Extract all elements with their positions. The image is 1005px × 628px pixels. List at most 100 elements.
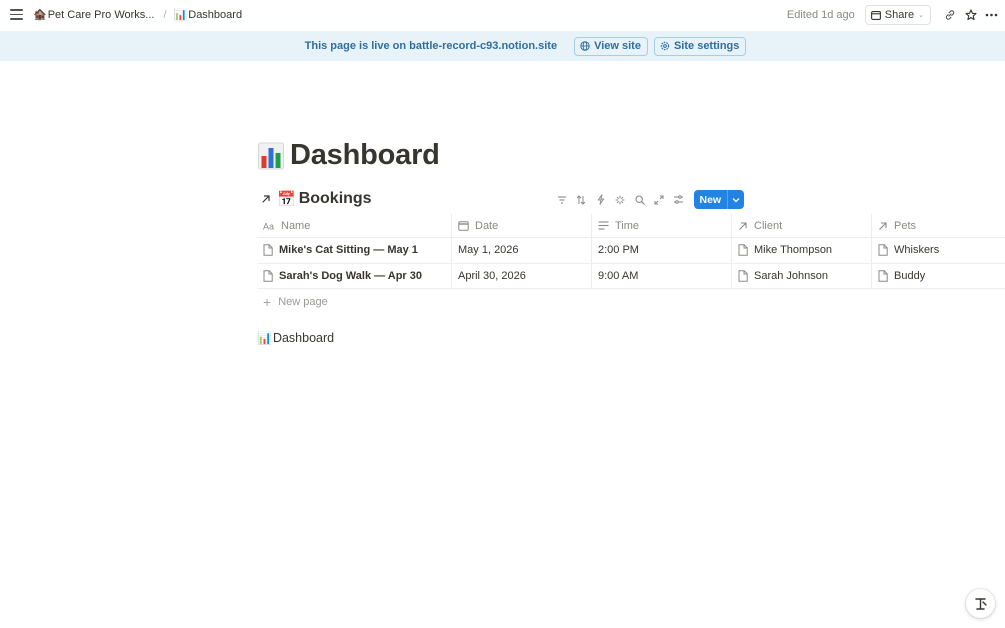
client-cell[interactable]: Mike Thompson — [732, 238, 872, 263]
star-icon — [964, 9, 977, 21]
date-cell[interactable]: April 30, 2026 — [452, 263, 592, 288]
more-options-button[interactable] — [981, 5, 1002, 25]
table-row[interactable]: Sarah's Dog Walk — Apr 30 April 30, 2026… — [257, 263, 1005, 289]
page-title[interactable]: Dashboard — [290, 139, 440, 172]
share-window-icon — [870, 10, 881, 20]
client-cell[interactable]: Sarah Johnson — [732, 263, 872, 288]
column-header-date[interactable]: Date — [452, 214, 592, 237]
notion-ai-pen-icon — [974, 597, 987, 610]
new-page-label: New page — [278, 296, 328, 308]
table-row[interactable]: Mike's Cat Sitting — May 1 May 1, 2026 2… — [257, 238, 1005, 264]
breadcrumb-workspace[interactable]: 🏚️ Pet Care Pro Works... — [33, 8, 154, 21]
column-header-label: Pets — [894, 219, 917, 232]
more-horizontal-icon — [985, 13, 998, 17]
expand-icon — [654, 195, 664, 204]
share-button[interactable]: Share ⌄ — [864, 5, 931, 25]
client-name[interactable]: Mike Thompson — [754, 244, 832, 256]
booking-time: 9:00 AM — [598, 269, 639, 282]
sliders-icon — [674, 195, 684, 204]
database-toolbar: New — [552, 190, 745, 209]
sort-button[interactable] — [572, 190, 592, 209]
open-as-page-arrow-icon[interactable] — [260, 193, 272, 205]
database-title-label: Bookings — [298, 190, 372, 207]
booking-date: May 1, 2026 — [458, 244, 519, 257]
new-page-button[interactable]: + New page — [263, 295, 328, 309]
banner-text: This page is live on battle-record-c93.n… — [304, 40, 558, 52]
top-bar: 🏚️ Pet Care Pro Works... / 📊 Dashboard E… — [0, 0, 1005, 31]
page-icon — [738, 270, 748, 282]
view-site-button[interactable]: View site — [574, 36, 648, 56]
pets-cell[interactable]: Whiskers — [872, 238, 1005, 263]
gear-icon — [660, 41, 670, 51]
menu-icon[interactable] — [10, 9, 23, 20]
globe-icon — [580, 41, 590, 51]
bar-chart-icon[interactable] — [258, 142, 284, 170]
filter-icon — [557, 195, 566, 204]
house-emoji-icon: 🏚️ — [33, 8, 47, 21]
favorite-button[interactable] — [960, 5, 981, 25]
column-header-name[interactable]: Aa Name — [257, 214, 452, 237]
relation-arrow-icon — [879, 221, 887, 230]
bookings-table: Aa Name Date Time Client Pets Mike's Cat… — [257, 214, 1005, 289]
new-record-button[interactable]: New — [693, 190, 745, 209]
column-header-label: Client — [754, 219, 783, 232]
page-icon — [263, 244, 273, 256]
filter-button[interactable] — [552, 190, 572, 209]
lightning-icon — [597, 194, 604, 205]
column-header-client[interactable]: Client — [732, 214, 872, 237]
booking-date: April 30, 2026 — [458, 269, 526, 282]
search-button[interactable] — [630, 190, 650, 209]
chevron-down-icon: ⌄ — [918, 12, 924, 19]
breadcrumb-workspace-label: Pet Care Pro Works... — [47, 8, 155, 21]
expand-button[interactable] — [650, 190, 670, 209]
breadcrumb-dashboard-label: Dashboard — [188, 8, 243, 21]
pets-cell[interactable]: Buddy — [872, 264, 1005, 289]
page-icon — [263, 270, 273, 282]
time-cell[interactable]: 2:00 PM — [592, 238, 732, 263]
page-title-row: Dashboard — [258, 139, 440, 172]
breadcrumb: 🏚️ Pet Care Pro Works... / 📊 Dashboard — [33, 8, 242, 21]
pet-name[interactable]: Whiskers — [894, 244, 939, 256]
sparkle-icon — [615, 195, 625, 204]
new-button-label: New — [694, 190, 729, 209]
chevron-down-icon[interactable] — [728, 190, 744, 209]
client-name[interactable]: Sarah Johnson — [754, 270, 828, 282]
column-header-pets[interactable]: Pets — [872, 214, 1005, 237]
published-banner: This page is live on battle-record-c93.n… — [0, 31, 1005, 61]
name-cell[interactable]: Mike's Cat Sitting — May 1 — [257, 238, 452, 263]
calendar-emoji-icon: 📅 — [277, 190, 296, 208]
column-header-label: Time — [615, 219, 640, 232]
pet-name[interactable]: Buddy — [894, 270, 925, 282]
date-cell[interactable]: May 1, 2026 — [452, 238, 592, 263]
database-title[interactable]: 📅 Bookings — [277, 190, 372, 208]
bar-chart-icon: 📊 — [257, 331, 272, 345]
column-header-time[interactable]: Time — [592, 214, 732, 237]
view-site-label: View site — [594, 40, 641, 52]
help-button[interactable] — [966, 589, 995, 618]
dashboard-page-link[interactable]: 📊 Dashboard — [257, 331, 334, 345]
automation-button[interactable] — [591, 190, 611, 209]
copy-link-button[interactable] — [939, 5, 960, 25]
breadcrumb-separator: / — [163, 8, 167, 21]
site-settings-button[interactable]: Site settings — [653, 36, 747, 56]
column-header-label: Date — [475, 219, 499, 232]
bar-chart-icon: 📊 — [173, 8, 188, 21]
ai-autofill-button[interactable] — [611, 190, 631, 209]
svg-text:Aa: Aa — [263, 222, 274, 230]
site-settings-label: Site settings — [673, 40, 740, 52]
page-icon — [878, 244, 888, 256]
edited-timestamp: Edited 1d ago — [786, 9, 855, 21]
text-aa-icon: Aa — [263, 222, 274, 230]
booking-name: Mike's Cat Sitting — May 1 — [279, 244, 418, 257]
share-label: Share — [884, 9, 915, 21]
name-cell[interactable]: Sarah's Dog Walk — Apr 30 — [257, 263, 452, 288]
column-header-label: Name — [281, 219, 311, 232]
lines-icon — [598, 221, 609, 230]
table-header-row: Aa Name Date Time Client Pets — [257, 214, 1005, 238]
page-icon — [738, 244, 748, 256]
time-cell[interactable]: 9:00 AM — [592, 263, 732, 288]
search-icon — [635, 194, 645, 205]
link-icon — [945, 10, 954, 20]
breadcrumb-dashboard[interactable]: 📊 Dashboard — [174, 8, 243, 21]
view-settings-button[interactable] — [669, 190, 689, 209]
